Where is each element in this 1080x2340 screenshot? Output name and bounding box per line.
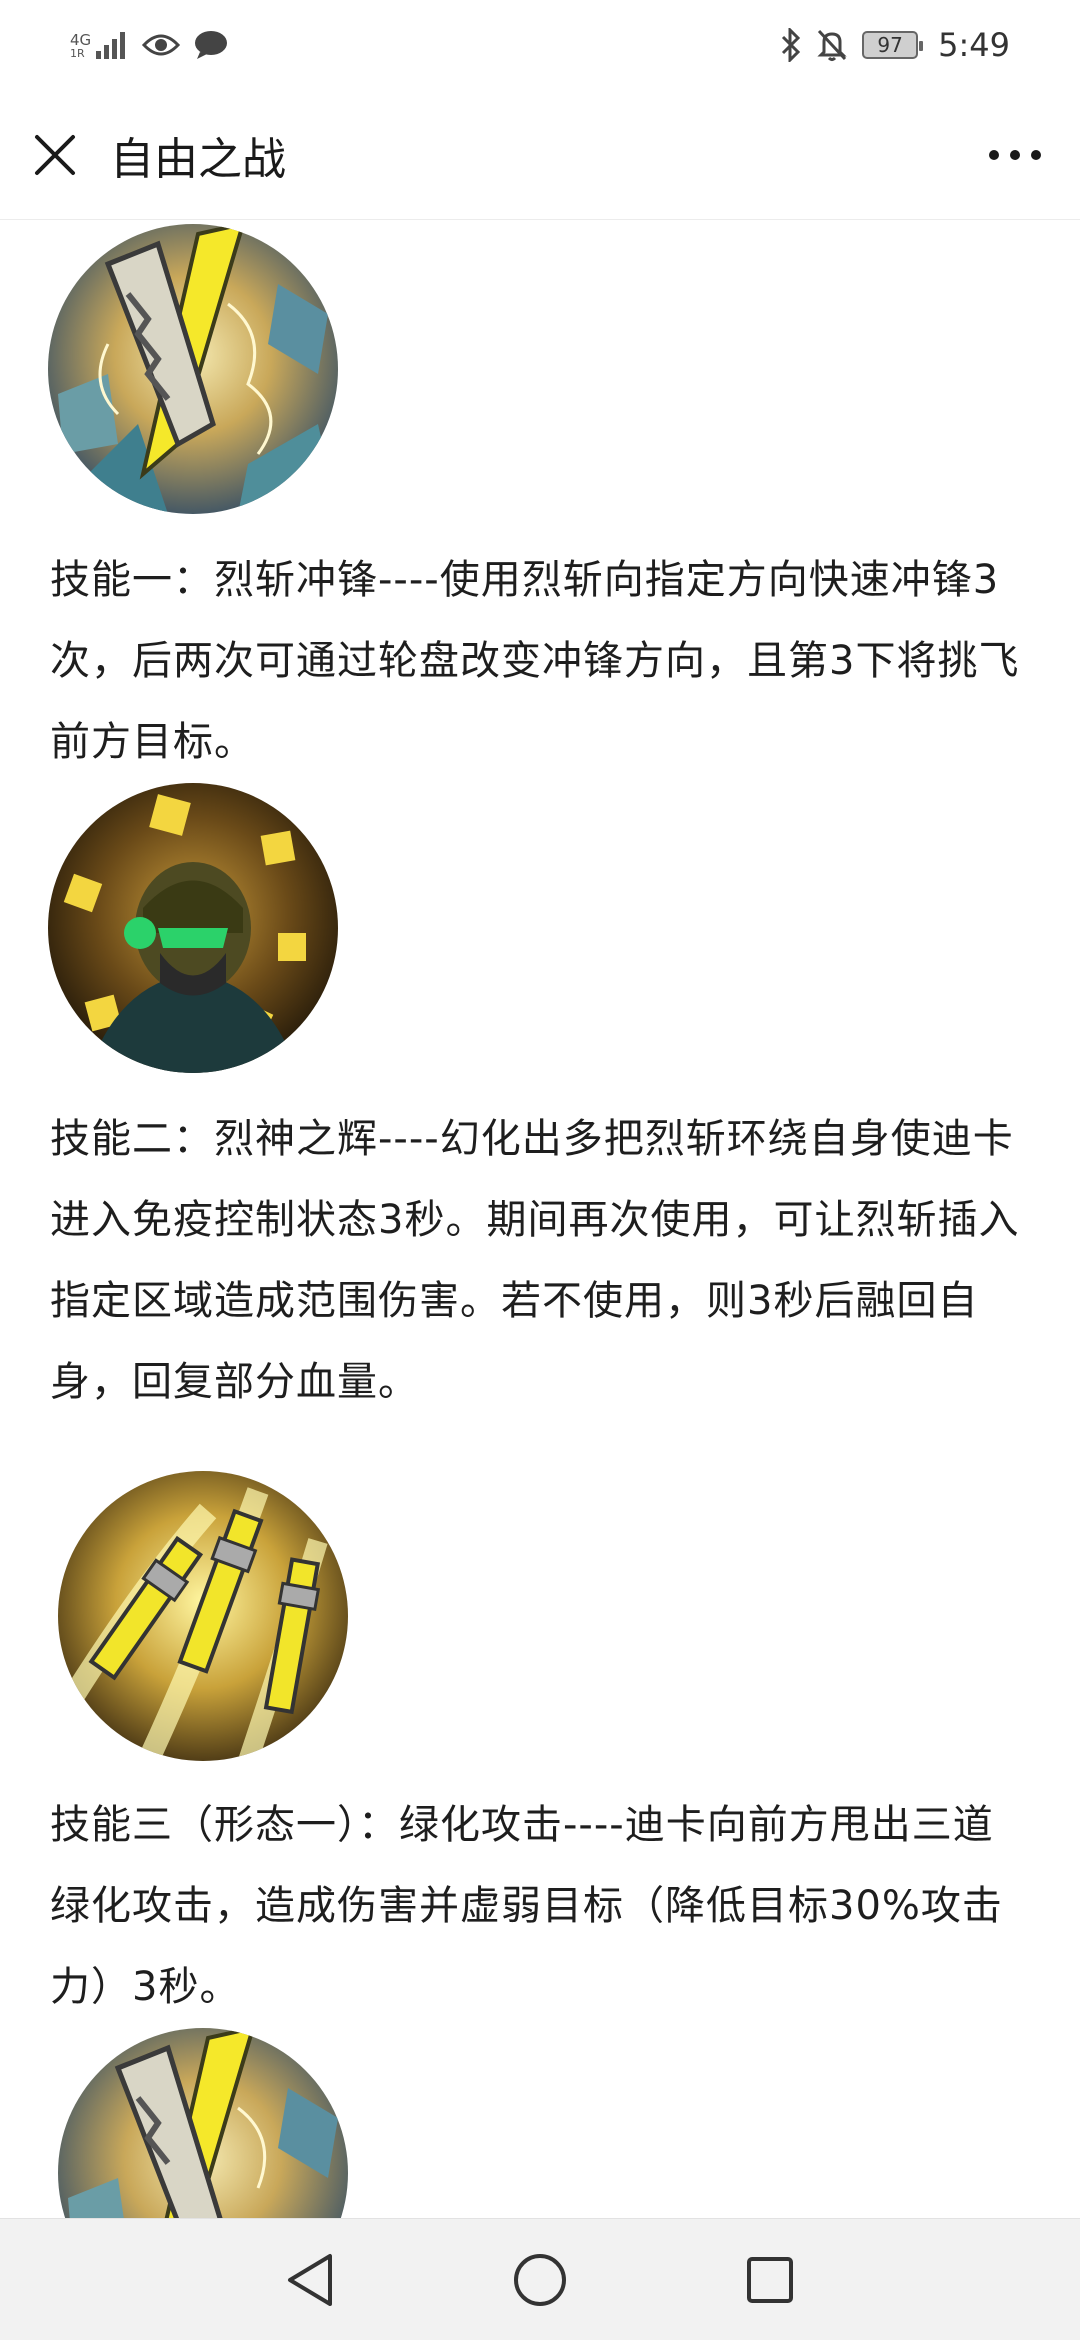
eye-icon <box>142 34 180 56</box>
skill-description-3: 技能三（形态一）：绿化攻击----迪卡向前方甩出三道绿化攻击，造成伤害并虚弱目标… <box>50 1802 1003 2010</box>
status-right: 97 5:49 <box>780 26 1010 64</box>
article-body: 技能一：烈斩冲锋----使用烈斩向指定方向快速冲锋3次，后两次可通过轮盘改变冲锋… <box>0 220 1080 2218</box>
title-bar: 自由之战 <box>0 90 1080 220</box>
bell-muted-icon <box>817 29 847 61</box>
close-icon <box>35 134 75 175</box>
more-dots-icon <box>989 149 1041 160</box>
status-bar: 4G 1R 97 5:49 <box>0 0 1080 90</box>
back-triangle-icon <box>288 2253 332 2306</box>
clock: 5:49 <box>938 26 1010 64</box>
battery-indicator: 97 <box>862 31 924 59</box>
blade-charge-skill-icon <box>58 2028 348 2218</box>
skill-description-1: 技能一：烈斩冲锋----使用烈斩向指定方向快速冲锋3次，后两次可通过轮盘改变冲锋… <box>50 557 1020 765</box>
recents-square-icon <box>747 2256 793 2303</box>
home-circle-icon <box>514 2253 566 2306</box>
chat-bubble-icon <box>195 31 227 59</box>
network-sub-label: 1R <box>70 47 85 60</box>
screen: 4G 1R 97 5:49 自由之战 技能一：烈斩冲锋----使用烈斩向指定方向… <box>0 0 1080 2340</box>
close-button[interactable] <box>0 90 110 220</box>
home-button[interactable] <box>425 2219 655 2340</box>
signal-icon <box>96 32 125 59</box>
status-left: 4G 1R <box>70 30 228 60</box>
page-title: 自由之战 <box>110 133 286 185</box>
blade-charge-skill-icon <box>48 224 338 514</box>
system-navigation-bar <box>0 2218 1080 2340</box>
hero-aura-skill-icon <box>48 783 338 1073</box>
more-options-button[interactable] <box>950 90 1080 220</box>
triple-blade-skill-icon <box>58 1471 348 1761</box>
network-indicator: 4G 1R <box>70 31 128 59</box>
skill-description-2: 技能二：烈神之辉----幻化出多把烈斩环绕自身使迪卡进入免疫控制状态3秒。期间再… <box>50 1116 1020 1405</box>
network-type-label: 4G <box>70 31 92 49</box>
bluetooth-icon <box>782 28 801 62</box>
back-button[interactable] <box>195 2219 425 2340</box>
recents-button[interactable] <box>655 2219 885 2340</box>
